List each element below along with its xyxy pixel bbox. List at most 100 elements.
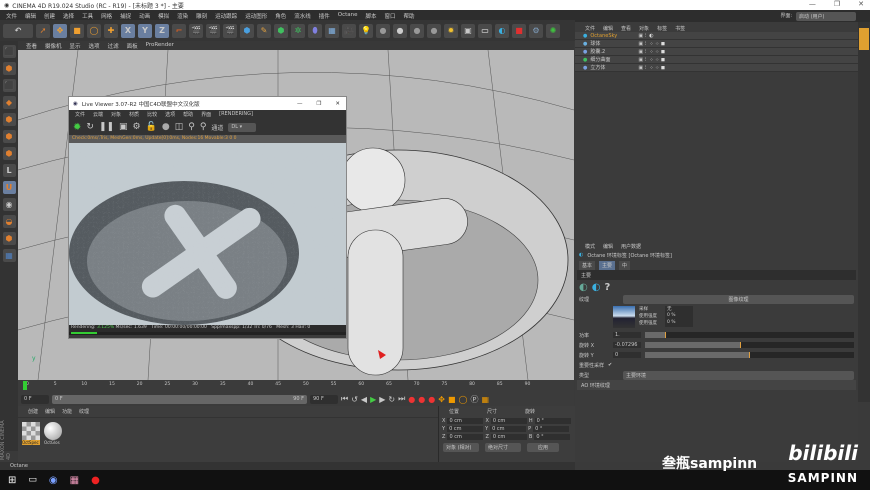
object-menu-item[interactable]: 文件: [585, 25, 595, 32]
focus-icon[interactable]: ◫: [175, 122, 184, 132]
size-mode-select[interactable]: 绝对尺寸: [485, 443, 521, 452]
lv-menu-item[interactable]: 材质: [129, 111, 139, 118]
send-scene-icon[interactable]: ✹: [73, 122, 81, 133]
lv-menu-item[interactable]: 比较: [147, 111, 157, 118]
visibility-toggle[interactable]: ▣ ⁝: [638, 41, 646, 47]
octane-liveviewer-icon[interactable]: ✺: [546, 23, 560, 38]
lv-menu-item[interactable]: 界面: [201, 111, 211, 118]
points-mode-icon[interactable]: ⬢: [2, 113, 16, 126]
coord-field[interactable]: 0 cm: [447, 434, 484, 440]
next-key-button[interactable]: ↻: [388, 395, 395, 404]
menu-item[interactable]: 运动图形: [245, 12, 267, 20]
octane-light-icon[interactable]: ●: [427, 23, 441, 38]
close-button[interactable]: ✕: [858, 0, 864, 8]
channel-select[interactable]: DL ▾: [228, 122, 257, 132]
coord-system-icon[interactable]: ⌐: [172, 23, 186, 38]
region-icon[interactable]: ▣: [119, 122, 128, 132]
lv-close-button[interactable]: ✕: [335, 101, 340, 107]
render-view-icon[interactable]: 🎬: [189, 23, 203, 38]
material-octglos[interactable]: OctGlos: [44, 422, 62, 445]
menu-item[interactable]: 渲染: [177, 12, 188, 20]
menu-item[interactable]: 帮助: [404, 12, 415, 20]
pause-icon[interactable]: ❚❚: [99, 122, 114, 132]
soft-selection-icon[interactable]: ◉: [2, 198, 16, 211]
sculpt-icon[interactable]: ◒: [2, 215, 16, 228]
octane-material-icon[interactable]: ●: [393, 23, 407, 38]
maximize-button[interactable]: ❐: [834, 0, 840, 8]
keyframe-selection-button[interactable]: ●: [428, 395, 435, 404]
lv-menu-item[interactable]: 云端: [93, 111, 103, 118]
coord-field[interactable]: 0 cm: [490, 418, 527, 424]
key-rotation-icon[interactable]: ◯: [459, 395, 468, 404]
material-menu-item[interactable]: 纹理: [79, 408, 89, 415]
move-tool[interactable]: ✥: [53, 23, 67, 38]
cloner-icon[interactable]: ✲: [291, 23, 305, 38]
param-slider[interactable]: [645, 332, 854, 338]
key-param-icon[interactable]: Ⓟ: [470, 394, 478, 405]
lock-icon[interactable]: ⬢: [2, 232, 16, 245]
frame-range-slider[interactable]: 0 F 90 F: [52, 394, 307, 404]
octane-settings-icon[interactable]: ⚙: [529, 23, 543, 38]
menu-item[interactable]: 捕捉: [120, 12, 131, 20]
visibility-toggle[interactable]: ▣ ⁝: [638, 57, 646, 63]
menu-item[interactable]: 动画: [139, 12, 150, 20]
z-axis-toggle[interactable]: Z: [155, 23, 169, 38]
attribute-tab[interactable]: 基本: [579, 260, 596, 270]
camera-icon[interactable]: 🎥: [342, 23, 356, 38]
coord-field[interactable]: 0 °: [533, 426, 570, 432]
menu-item[interactable]: 网格: [101, 12, 112, 20]
cube-icon[interactable]: ⬢: [240, 23, 254, 38]
light-icon[interactable]: 💡: [359, 23, 373, 38]
minimize-button[interactable]: —: [809, 0, 816, 8]
restart-icon[interactable]: ↻: [86, 122, 94, 132]
attribute-tab[interactable]: 主要: [599, 260, 616, 270]
playhead[interactable]: [23, 381, 27, 390]
object-menu-item[interactable]: 查看: [621, 25, 631, 32]
menu-item[interactable]: 流水线: [294, 12, 311, 20]
attribute-menu-item[interactable]: 用户数据: [621, 243, 641, 250]
menu-item[interactable]: 创建: [44, 12, 55, 20]
sub-field[interactable]: 0 %: [665, 320, 693, 327]
key-scale-icon[interactable]: ■: [448, 395, 456, 404]
lv-menu-item[interactable]: 选项: [165, 111, 175, 118]
menu-item[interactable]: 运动跟踪: [215, 12, 237, 20]
pick-focus-icon[interactable]: ⚲: [188, 122, 195, 132]
sub-field[interactable]: 无: [665, 306, 693, 313]
param-slider[interactable]: [645, 342, 854, 348]
importance-checkbox[interactable]: ✔: [608, 362, 612, 368]
material-menu-item[interactable]: 功能: [62, 408, 72, 415]
rotate-tool[interactable]: ◯: [87, 23, 101, 38]
apply-button[interactable]: 应用: [527, 443, 559, 452]
object-menu-item[interactable]: 编辑: [603, 25, 613, 32]
next-frame-button[interactable]: ▶: [379, 395, 385, 404]
sun-icon[interactable]: ✹: [444, 23, 458, 38]
lock-icon[interactable]: 🔓: [146, 122, 157, 132]
material-menu-item[interactable]: 编辑: [45, 408, 55, 415]
coord-field[interactable]: 0 cm: [490, 434, 527, 440]
sub-field[interactable]: 0 %: [665, 313, 693, 320]
menu-item[interactable]: 角色: [275, 12, 286, 20]
make-editable-icon[interactable]: ⬛: [2, 45, 16, 58]
octane-sphere-icon[interactable]: ●: [376, 23, 390, 38]
menu-item[interactable]: 工具: [82, 12, 93, 20]
render-picture-icon[interactable]: 🎬: [206, 23, 220, 38]
axis-mode-icon[interactable]: L: [2, 164, 16, 177]
attribute-tab[interactable]: 中: [619, 260, 631, 270]
cinema4d-taskbar-icon[interactable]: ◉: [49, 475, 58, 486]
record-button[interactable]: ●: [408, 395, 415, 404]
ao-texture-group[interactable]: AO 环境纹理: [581, 382, 610, 389]
subdivision-icon[interactable]: ⬢: [274, 23, 288, 38]
coord-field[interactable]: 0 cm: [447, 426, 484, 432]
current-frame-field[interactable]: 0 F: [21, 394, 49, 404]
param-field[interactable]: 1.: [613, 332, 641, 338]
right-tab-strip[interactable]: [858, 22, 870, 402]
object-menu-item[interactable]: 标签: [657, 25, 667, 32]
viewport-menu-item[interactable]: 面板: [127, 42, 138, 50]
scale-tool[interactable]: ■: [70, 23, 84, 38]
texture-mode-icon[interactable]: ⬛: [2, 79, 16, 92]
param-slider[interactable]: [645, 352, 854, 358]
grid-icon[interactable]: ▦: [2, 249, 16, 262]
param-field[interactable]: -0.07296: [613, 342, 641, 348]
lv-menu-item[interactable]: 对象: [111, 111, 121, 118]
material-menu-item[interactable]: 创建: [28, 408, 38, 415]
